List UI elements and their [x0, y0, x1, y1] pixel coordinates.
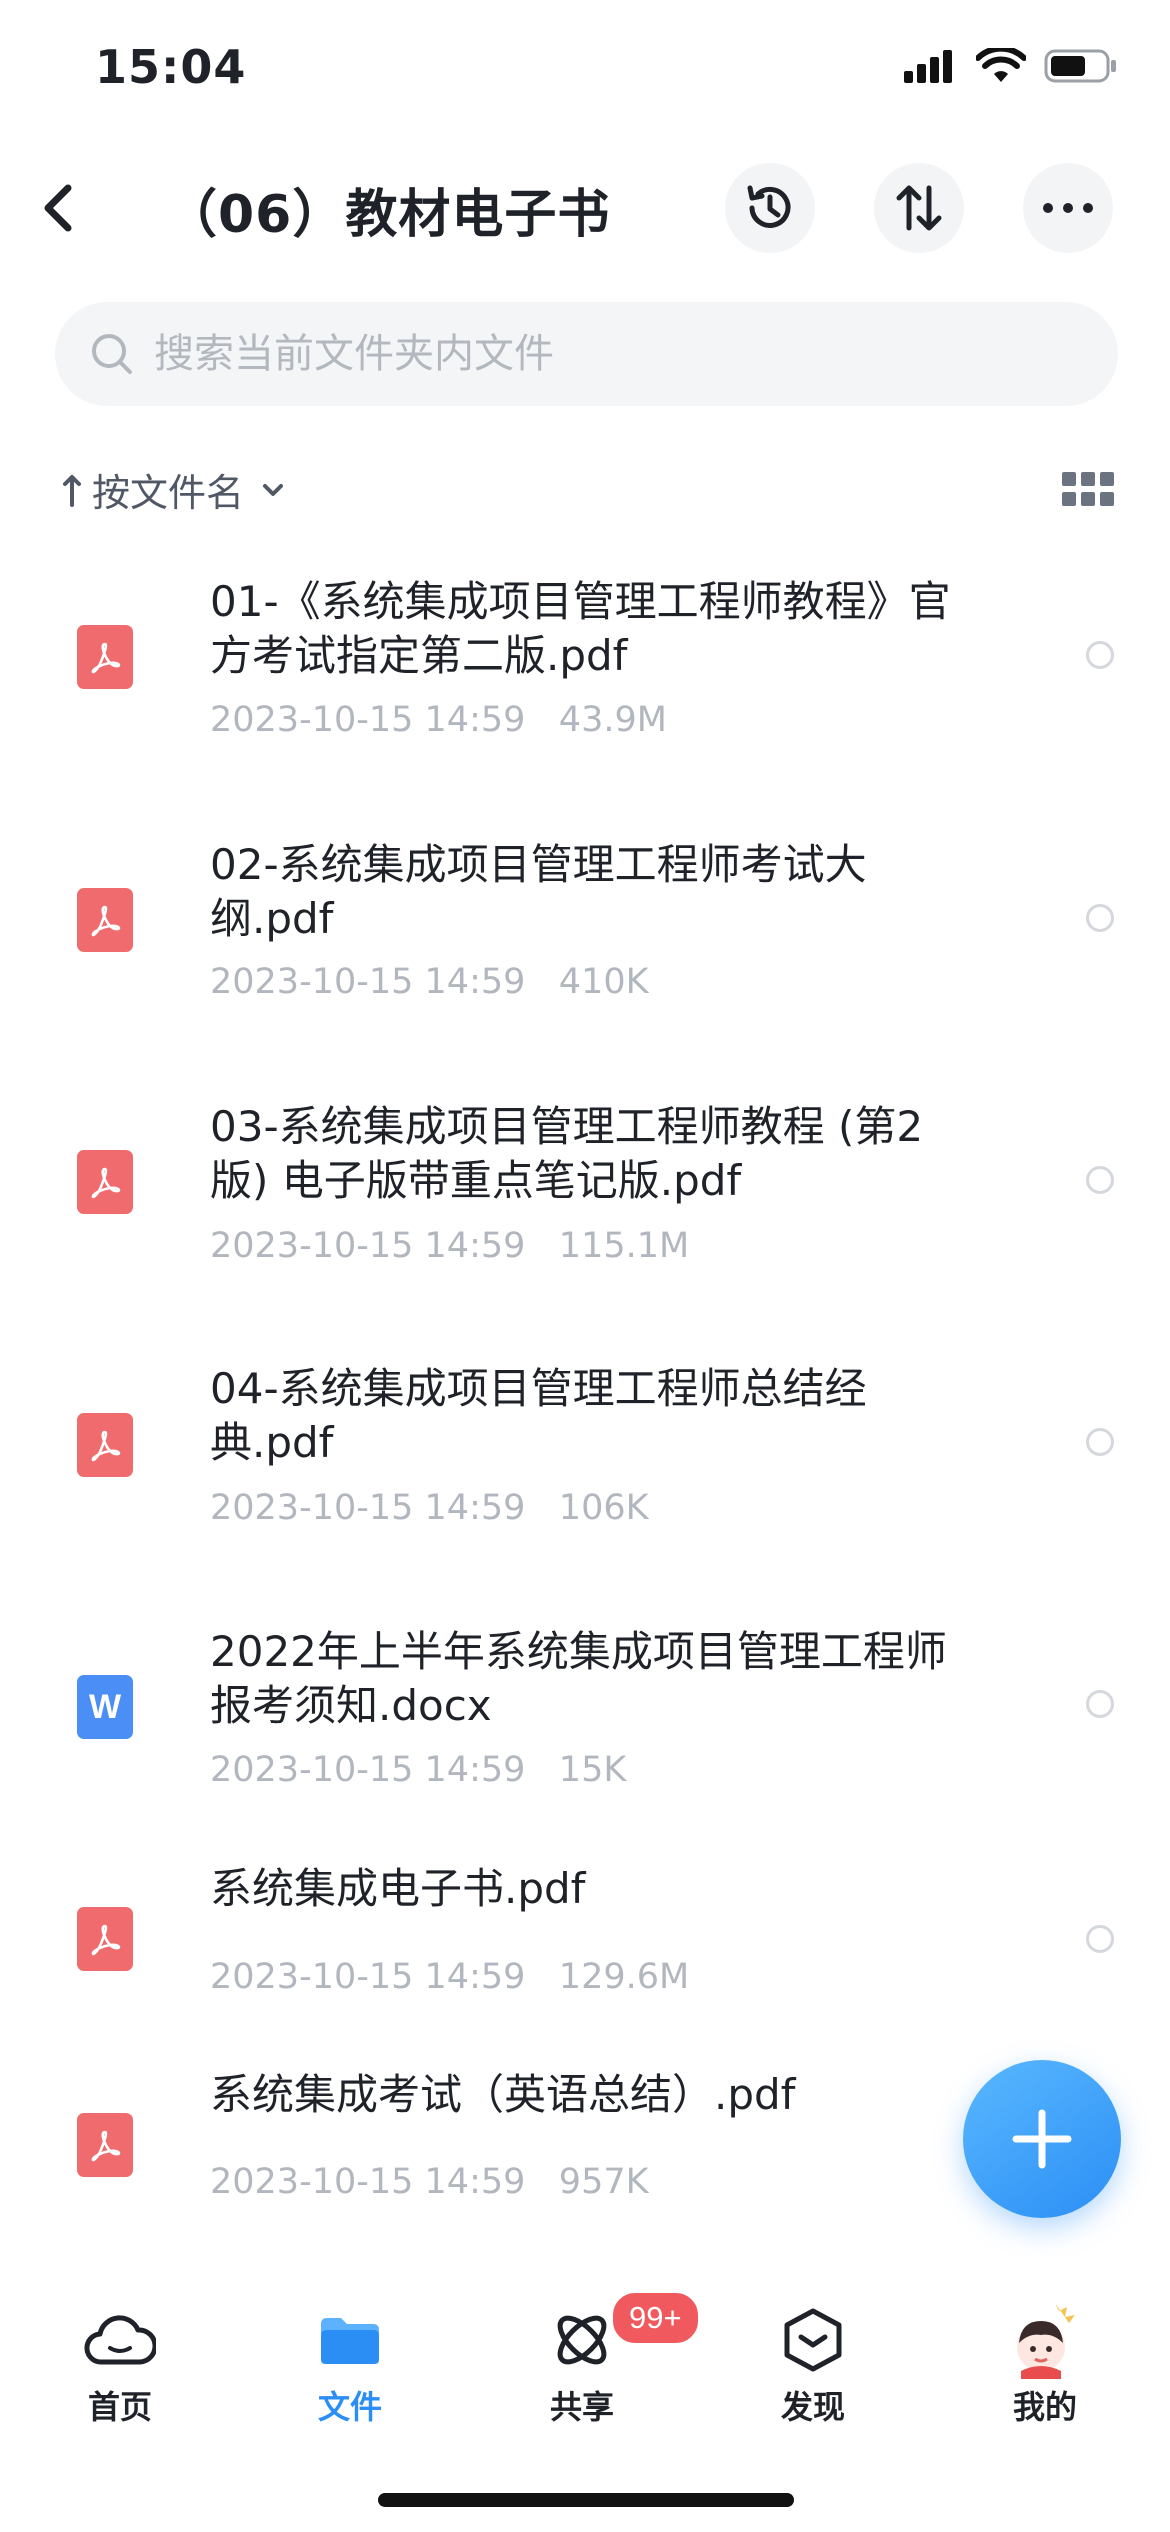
file-name: 系统集成电子书.pdf	[210, 1864, 586, 1913]
transfer-button[interactable]	[874, 163, 964, 253]
file-name: 2022年上半年系统集成项目管理工程师报考须知.docx	[210, 1627, 947, 1730]
pdf-file-icon	[77, 1150, 133, 1214]
tab-home-label: 首页	[87, 2388, 152, 2426]
file-meta: 2023-10-15 14:59 15K	[210, 1750, 626, 1790]
file-meta: 2023-10-15 14:59 957K	[210, 2162, 649, 2202]
pdf-file-icon	[77, 1413, 133, 1477]
select-radio[interactable]	[1086, 904, 1114, 932]
plus-icon	[1012, 2109, 1072, 2169]
chevron-left-icon	[44, 184, 72, 232]
tab-bar: 首页 文件 共享 发现 我的	[0, 2275, 1170, 2475]
history-icon	[747, 185, 791, 228]
grid-view-icon	[1062, 472, 1076, 486]
file-meta: 2023-10-15 14:59 115.1M	[210, 1226, 689, 1266]
tab-profile-label: 我的	[1012, 2388, 1077, 2426]
file-date: 2023-10-15 14:59	[210, 1957, 526, 1997]
file-date: 2023-10-15 14:59	[210, 1750, 526, 1790]
page-title: （06）教材电子书	[165, 185, 611, 245]
home-indicator[interactable]	[378, 2493, 794, 2507]
more-dots-icon	[1043, 203, 1093, 213]
wifi-icon	[976, 48, 1026, 82]
file-date: 2023-10-15 14:59	[210, 1226, 526, 1266]
back-button[interactable]	[38, 180, 88, 240]
pdf-acrobat-icon	[91, 905, 121, 937]
select-radio[interactable]	[1086, 1925, 1114, 1953]
pdf-acrobat-icon	[91, 2130, 121, 2162]
pdf-file-icon	[77, 1907, 133, 1971]
add-button[interactable]	[963, 2060, 1121, 2218]
sort-arrow-up-icon	[63, 474, 81, 507]
more-button[interactable]	[1023, 163, 1113, 253]
search-icon	[92, 334, 132, 374]
search-input[interactable]	[152, 330, 1056, 378]
grid-view-toggle[interactable]	[1062, 472, 1114, 506]
cellular-signal-icon	[904, 50, 952, 83]
file-size: 115.1M	[558, 1226, 690, 1266]
select-radio[interactable]	[1086, 1428, 1114, 1456]
history-button[interactable]	[725, 163, 815, 253]
file-date: 2023-10-15 14:59	[210, 962, 526, 1002]
tab-share-label: 共享	[549, 2388, 614, 2426]
file-meta: 2023-10-15 14:59 129.6M	[210, 1957, 689, 1997]
up-down-arrows-icon	[896, 185, 942, 231]
file-size: 15K	[558, 1750, 627, 1790]
file-meta: 2023-10-15 14:59 410K	[210, 962, 649, 1002]
file-size: 410K	[558, 962, 649, 1002]
pdf-acrobat-icon	[91, 1167, 121, 1199]
avatar-icon	[1017, 2303, 1075, 2379]
cloud-icon	[84, 2315, 156, 2365]
file-size: 129.6M	[558, 1957, 690, 1997]
file-meta: 2023-10-15 14:59 106K	[210, 1488, 649, 1528]
file-size: 106K	[558, 1488, 649, 1528]
file-date: 2023-10-15 14:59	[210, 1488, 526, 1528]
file-date: 2023-10-15 14:59	[210, 700, 526, 740]
file-name: 04-系统集成项目管理工程师总结经典.pdf	[210, 1364, 867, 1467]
file-name: 02-系统集成项目管理工程师考试大纲.pdf	[210, 840, 867, 943]
select-radio[interactable]	[1086, 641, 1114, 669]
status-time: 15:04	[95, 40, 247, 94]
battery-icon	[1044, 49, 1116, 83]
file-date: 2023-10-15 14:59	[210, 2162, 526, 2202]
status-icons	[904, 48, 1118, 84]
chevron-down-icon	[263, 483, 284, 496]
pdf-acrobat-icon	[91, 1924, 121, 1956]
pdf-acrobat-icon	[91, 642, 121, 674]
file-size: 43.9M	[558, 700, 667, 740]
pdf-file-icon	[77, 625, 133, 689]
folder-icon	[321, 2318, 379, 2364]
notification-badge: 99+	[610, 2290, 701, 2346]
docx-file-icon: W	[77, 1675, 133, 1739]
file-meta: 2023-10-15 14:59 43.9M	[210, 700, 667, 740]
select-radio[interactable]	[1086, 1690, 1114, 1718]
sort-label: 按文件名	[92, 471, 245, 515]
tab-discover-label: 发现	[780, 2388, 845, 2426]
file-name: 03-系统集成项目管理工程师教程 (第2版) 电子版带重点笔记版.pdf	[210, 1102, 924, 1205]
sort-selector[interactable]: 按文件名	[62, 462, 286, 517]
pdf-acrobat-icon	[91, 1430, 121, 1462]
pdf-file-icon	[77, 2113, 133, 2177]
tab-files-label: 文件	[317, 2388, 382, 2426]
search-bar[interactable]	[55, 302, 1118, 406]
file-name: 系统集成考试（英语总结）.pdf	[210, 2070, 796, 2119]
tab-discover[interactable]: 发现	[743, 2300, 883, 2428]
tab-home[interactable]: 首页	[50, 2300, 190, 2428]
select-radio[interactable]	[1086, 1166, 1114, 1194]
file-name: 01-《系统集成项目管理工程师教程》官方考试指定第二版.pdf	[210, 577, 951, 680]
file-size: 957K	[558, 2162, 649, 2202]
orbit-icon	[557, 2315, 607, 2365]
tab-profile[interactable]: 我的	[975, 2300, 1115, 2428]
pdf-file-icon	[77, 888, 133, 952]
tab-files[interactable]: 文件	[280, 2300, 420, 2428]
discover-icon	[784, 2308, 842, 2372]
